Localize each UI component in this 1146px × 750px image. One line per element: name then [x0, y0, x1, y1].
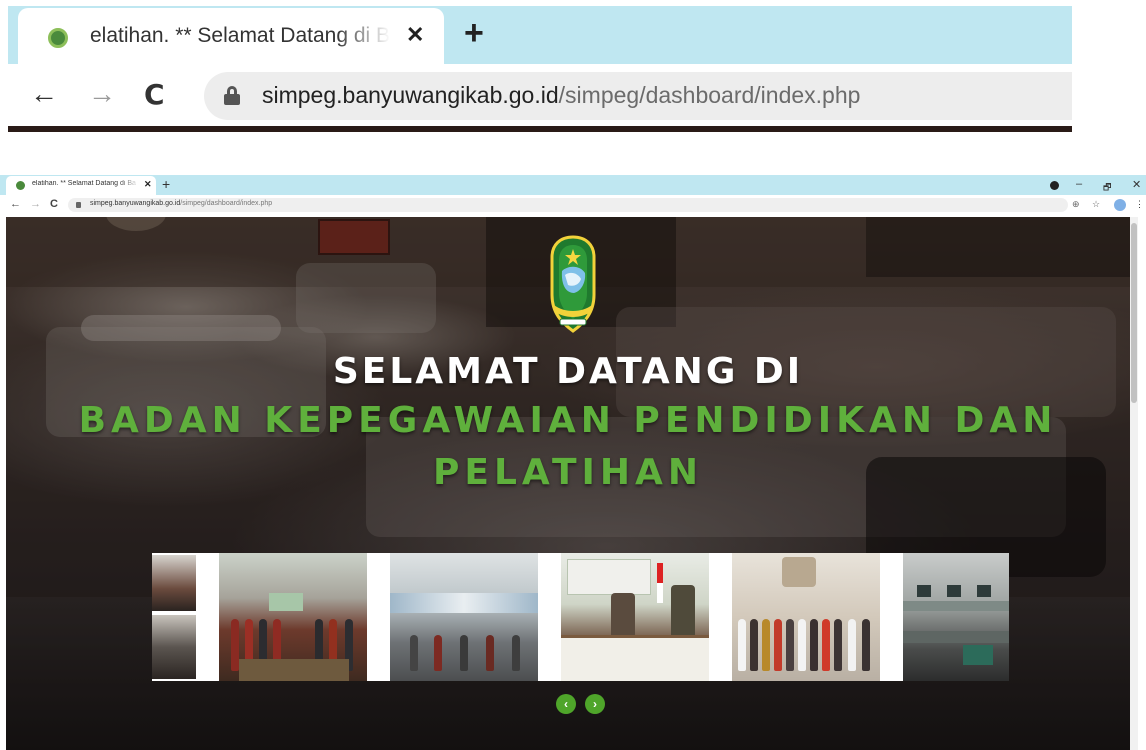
scrollbar-thumb[interactable]	[1131, 223, 1137, 403]
zoomed-url-text: simpeg.banyuwangikab.go.id/simpeg/dashbo…	[262, 82, 860, 109]
zoomed-browser-chrome: elatihan. ** Selamat Datang di Ba ✕ + ← …	[8, 6, 1072, 132]
person	[750, 619, 758, 671]
minimize-button[interactable]: –	[1076, 178, 1082, 190]
url-host: simpeg.banyuwangikab.go.id	[90, 200, 181, 207]
collage-top	[152, 555, 196, 611]
maximize-button[interactable]: 🗗	[1103, 180, 1111, 196]
flag	[657, 563, 663, 603]
gallery-photo-3[interactable]	[390, 553, 538, 681]
monitor	[963, 645, 993, 665]
reload-button[interactable]: C	[50, 198, 58, 210]
window-close-button[interactable]: ✕	[1132, 178, 1141, 191]
zoomed-address-bar[interactable]: simpeg.banyuwangikab.go.id/simpeg/dashbo…	[204, 72, 1072, 120]
person	[231, 619, 239, 671]
zoomed-tab-strip: elatihan. ** Selamat Datang di Ba ✕ +	[8, 6, 1072, 66]
person	[434, 635, 442, 671]
zoomed-back-button[interactable]: ←	[30, 78, 58, 110]
tab-strip: elatihan. ** Selamat Datang di Ba ✕ + – …	[0, 175, 1146, 195]
tab-title: elatihan. ** Selamat Datang di Ba	[32, 180, 136, 187]
monitor	[977, 585, 991, 597]
zoomed-url-path: /simpeg/dashboard/index.php	[558, 82, 861, 108]
person	[486, 635, 494, 671]
person	[862, 619, 870, 671]
monitor	[947, 585, 961, 597]
site-favicon-icon	[48, 28, 68, 48]
person	[810, 619, 818, 671]
browser-menu-icon[interactable]: ⋮	[1135, 199, 1144, 210]
person	[512, 635, 520, 671]
url-text: simpeg.banyuwangikab.go.id/simpeg/dashbo…	[90, 200, 272, 207]
bookmark-star-icon[interactable]: ☆	[1092, 199, 1100, 210]
banyuwangi-emblem-icon	[550, 235, 596, 333]
zoomed-new-tab-button[interactable]: +	[464, 14, 484, 53]
lock-icon	[224, 86, 240, 105]
person	[611, 593, 635, 637]
person	[848, 619, 856, 671]
welcome-line-3: PELATIHAN	[432, 452, 704, 493]
active-tab[interactable]: elatihan. ** Selamat Datang di Ba ✕	[6, 176, 156, 195]
person	[774, 619, 782, 671]
welcome-line-2: BADAN KEPEGAWAIAN PENDIDIKAN DAN	[78, 400, 1058, 441]
zoomed-active-tab[interactable]: elatihan. ** Selamat Datang di Ba ✕	[18, 8, 444, 66]
zoomed-forward-button[interactable]: →	[88, 78, 116, 110]
table-cloth	[561, 635, 709, 681]
window-strip	[390, 593, 538, 613]
person	[738, 619, 746, 671]
tab-favicon-icon	[16, 181, 25, 190]
person	[786, 619, 794, 671]
address-bar[interactable]: simpeg.banyuwangikab.go.id/simpeg/dashbo…	[68, 198, 1068, 212]
zoomed-tab-title: elatihan. ** Selamat Datang di Ba	[90, 24, 390, 47]
person	[671, 585, 695, 637]
zoomed-toolbar: ← → C simpeg.banyuwangikab.go.id/simpeg/…	[8, 64, 1072, 126]
desk-row	[903, 601, 1009, 611]
person	[410, 635, 418, 671]
page-scrollbar[interactable]	[1130, 217, 1138, 750]
new-tab-button[interactable]: +	[162, 176, 170, 192]
zoomed-reload-button[interactable]: C	[144, 78, 165, 111]
welcome-heading: SELAMAT DATANG DI BADAN KEPEGAWAIAN PEND…	[6, 349, 1130, 499]
meeting-table	[239, 659, 349, 681]
lock-icon	[76, 202, 81, 208]
url-path: /simpeg/dashboard/index.php	[180, 200, 273, 207]
zoomed-page-edge	[8, 126, 1072, 132]
welcome-line-1: SELAMAT DATANG DI	[332, 351, 804, 392]
person	[834, 619, 842, 671]
forward-button[interactable]: →	[30, 198, 41, 210]
browser-window: elatihan. ** Selamat Datang di Ba ✕ + – …	[0, 175, 1146, 750]
gallery-next-button[interactable]: ›	[585, 694, 605, 714]
wall-decoration	[782, 557, 816, 587]
monitor	[917, 585, 931, 597]
zoomed-tab-close-icon[interactable]: ✕	[406, 22, 424, 48]
gallery-photo-2[interactable]	[219, 553, 367, 681]
zoomed-url-host: simpeg.banyuwangikab.go.id	[262, 82, 559, 108]
collage-bottom	[152, 615, 196, 679]
page-viewport: SELAMAT DATANG DI BADAN KEPEGAWAIAN PEND…	[6, 217, 1138, 750]
profile-avatar[interactable]	[1114, 199, 1126, 211]
screen-in-photo	[269, 593, 303, 611]
gallery-photo-1[interactable]	[152, 553, 196, 681]
person	[822, 619, 830, 671]
back-button[interactable]: ←	[10, 198, 21, 210]
person	[460, 635, 468, 671]
gallery-photo-6[interactable]	[903, 553, 1009, 681]
gallery-photo-4[interactable]	[561, 553, 709, 681]
gallery-photo-5[interactable]	[732, 553, 880, 681]
person	[762, 619, 770, 671]
toolbar: ← → C simpeg.banyuwangikab.go.id/simpeg/…	[0, 195, 1146, 215]
person	[798, 619, 806, 671]
tab-close-icon[interactable]: ✕	[144, 179, 152, 190]
gallery-prev-button[interactable]: ‹	[556, 694, 576, 714]
record-icon[interactable]	[1050, 181, 1059, 190]
zoom-icon[interactable]: ⊕	[1072, 199, 1080, 210]
banner	[567, 559, 651, 595]
desk-row	[903, 631, 1009, 643]
photo-gallery	[152, 553, 1009, 681]
